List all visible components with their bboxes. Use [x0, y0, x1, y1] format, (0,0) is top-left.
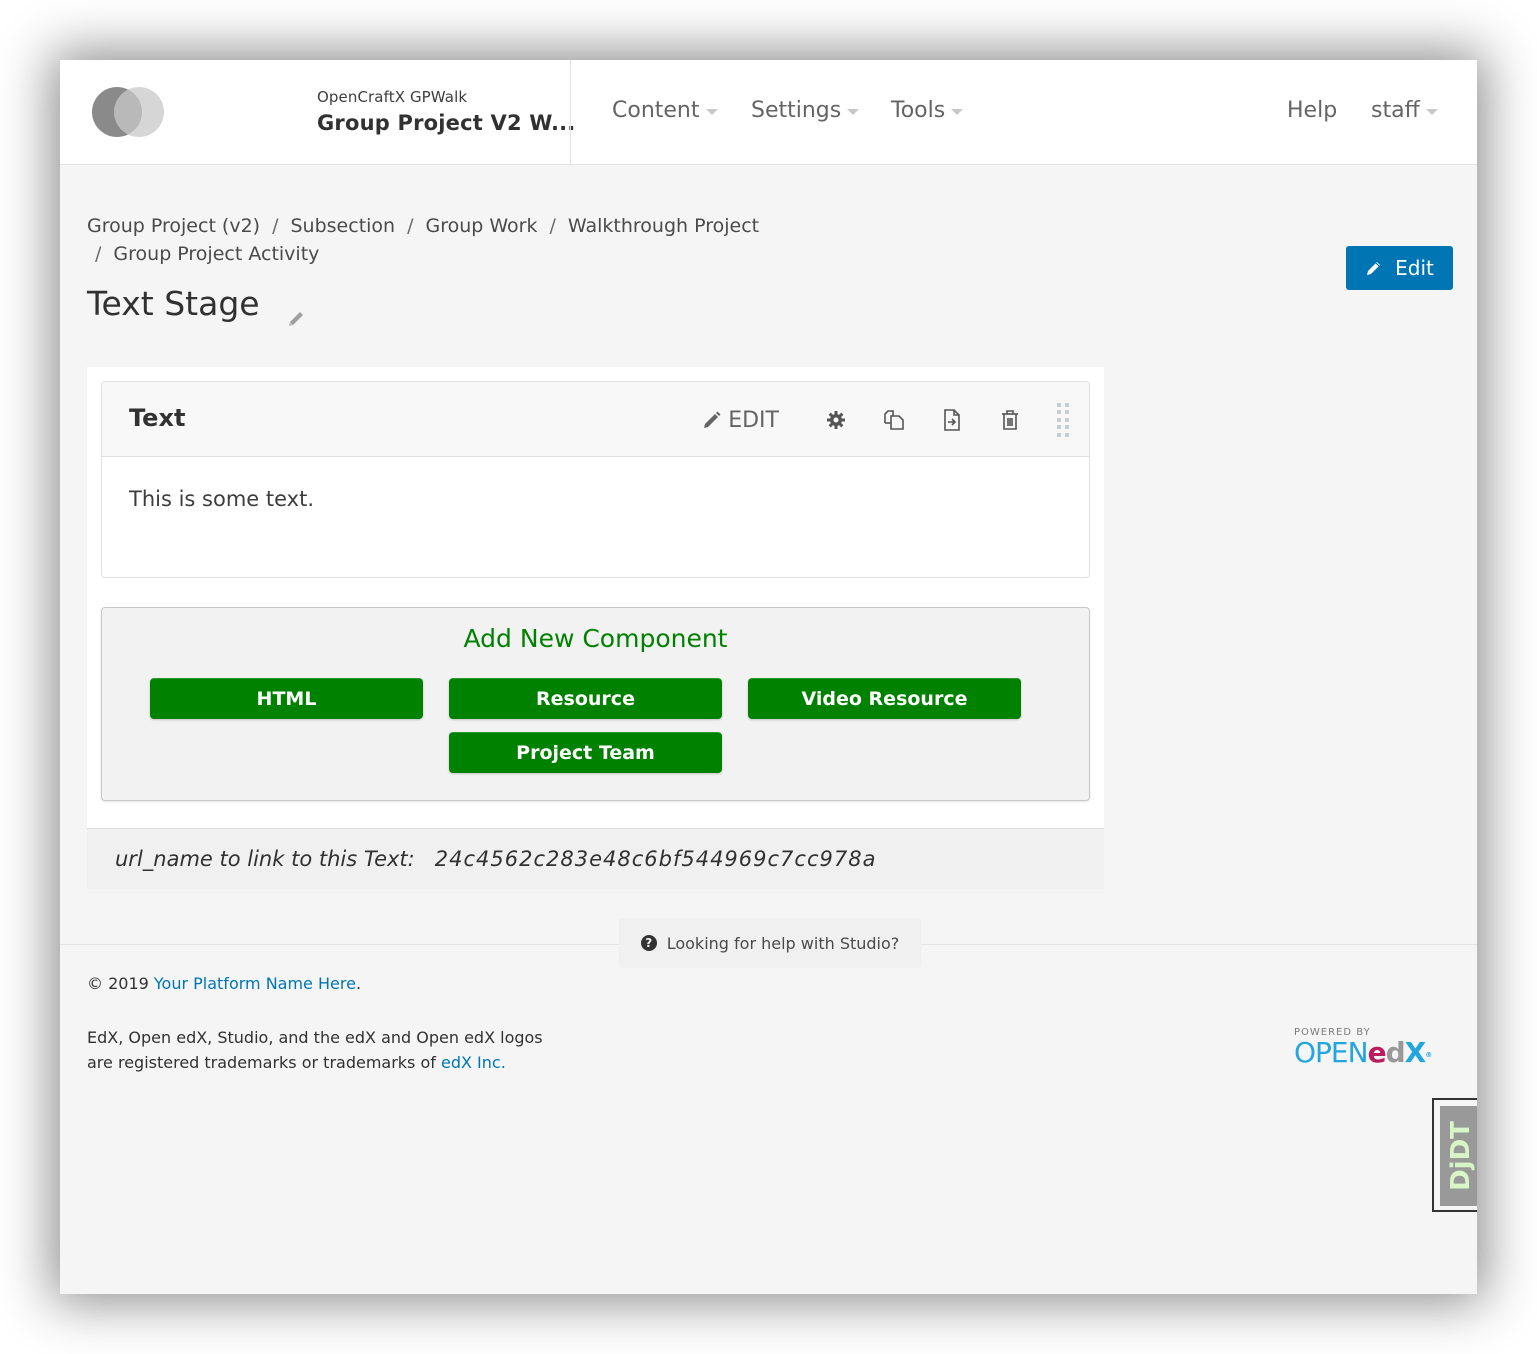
studio-help-link[interactable]: ? Looking for help with Studio?	[619, 918, 921, 968]
chevron-down-icon	[1425, 108, 1438, 115]
unit-panel: Text EDIT This is some text. Add New Com…	[87, 367, 1104, 828]
pencil-icon[interactable]	[286, 298, 306, 326]
course-title: Group Project V2 W...	[317, 111, 576, 135]
add-project-team-button[interactable]: Project Team	[449, 732, 722, 773]
xblock-edit-button[interactable]: EDIT	[702, 408, 779, 433]
studio-help-label: Looking for help with Studio?	[666, 933, 900, 953]
copyright: © 2019 Your Platform Name Here.	[87, 974, 361, 993]
logo-open-text: OPEN	[1294, 1036, 1369, 1069]
breadcrumb-separator: /	[95, 243, 102, 265]
delete-icon[interactable]	[998, 408, 1022, 432]
page-title: Text Stage	[87, 284, 260, 323]
breadcrumb-item[interactable]: Group Work	[426, 215, 538, 237]
user-label: staff	[1371, 98, 1420, 123]
add-component-title: Add New Component	[463, 624, 728, 653]
logo-d-text: d	[1385, 1036, 1406, 1069]
help-label: Help	[1287, 98, 1338, 123]
pencil-icon	[1367, 262, 1381, 275]
djdt-handle-inner: DjDT	[1440, 1106, 1477, 1206]
edx-inc-link[interactable]: edX Inc.	[441, 1053, 506, 1072]
xblock-header: Text EDIT	[102, 382, 1089, 457]
chevron-down-icon	[847, 108, 860, 115]
xblock-content: This is some text.	[129, 487, 315, 511]
powered-by-openedx-logo[interactable]: POWERED BY OPEN e d X ®	[1294, 1027, 1454, 1070]
studio-window: OpenCraftX GPWalk Group Project V2 W... …	[60, 60, 1477, 1294]
breadcrumb-item[interactable]: Subsection	[291, 215, 396, 237]
drag-handle-icon[interactable]	[1057, 403, 1069, 437]
user-menu[interactable]: staff	[1371, 98, 1438, 123]
breadcrumb: Group Project (v2) / Subsection / Group Work…	[87, 212, 787, 268]
logo-e-text: e	[1367, 1036, 1387, 1069]
add-resource-button[interactable]: Resource	[449, 678, 722, 719]
chevron-down-icon	[705, 108, 718, 115]
page-title-row: Text Stage	[87, 284, 306, 326]
add-video-resource-button[interactable]: Video Resource	[748, 678, 1021, 719]
openedx-wordmark: OPEN e d X ®	[1294, 1038, 1454, 1070]
url-name-label: url_name to link to this Text:	[115, 847, 415, 871]
platform-logo[interactable]	[92, 87, 166, 137]
question-circle-icon: ?	[640, 935, 657, 951]
nav-settings-label: Settings	[751, 98, 842, 123]
header-divider	[570, 60, 571, 165]
course-org: OpenCraftX GPWalk	[317, 88, 468, 106]
xblock-actions: EDIT	[702, 402, 1069, 438]
trademark-notice: EdX, Open edX, Studio, and the edX and O…	[87, 1025, 547, 1075]
url-name-row: url_name to link to this Text: 24c4562c2…	[87, 828, 1104, 889]
add-html-button[interactable]: HTML	[150, 678, 423, 719]
nav-tools-menu[interactable]: Tools	[891, 98, 964, 123]
help-link[interactable]: Help	[1287, 98, 1337, 123]
nav-content-menu[interactable]: Content	[612, 98, 718, 123]
chevron-down-icon	[951, 108, 964, 115]
xblock-edit-label: EDIT	[728, 407, 779, 433]
duplicate-icon[interactable]	[882, 408, 906, 432]
copyright-suffix: .	[355, 974, 362, 993]
xblock-component: Text EDIT This is some text.	[101, 381, 1090, 578]
studio-header: OpenCraftX GPWalk Group Project V2 W... …	[60, 60, 1477, 165]
copyright-prefix: © 2019	[87, 974, 154, 993]
logo-x-text: X	[1404, 1036, 1427, 1069]
breadcrumb-item[interactable]: Group Project (v2)	[87, 215, 260, 237]
platform-name-link[interactable]: Your Platform Name Here	[154, 974, 356, 993]
edit-button-label: Edit	[1395, 256, 1434, 280]
breadcrumb-separator: /	[407, 215, 414, 237]
breadcrumb-separator: /	[549, 215, 556, 237]
breadcrumb-item[interactable]: Walkthrough Project	[568, 215, 759, 237]
move-icon[interactable]	[940, 408, 964, 432]
edit-button[interactable]: Edit	[1346, 246, 1453, 290]
pencil-icon	[704, 411, 721, 428]
django-debug-toolbar-handle[interactable]: DjDT	[1432, 1098, 1477, 1212]
djdt-label: DjDT	[1446, 1121, 1476, 1191]
registered-mark: ®	[1425, 1051, 1432, 1059]
nav-tools-label: Tools	[891, 98, 946, 123]
nav-settings-menu[interactable]: Settings	[751, 98, 860, 123]
nav-content-label: Content	[612, 98, 700, 123]
breadcrumb-separator: /	[272, 215, 279, 237]
add-new-component: Add New Component HTML Resource Video Re…	[101, 607, 1090, 801]
breadcrumb-item[interactable]: Group Project Activity	[113, 243, 319, 265]
gear-icon[interactable]	[824, 408, 848, 432]
xblock-title: Text	[129, 404, 186, 432]
url-name-value: 24c4562c283e48c6bf544969c7cc978a	[434, 847, 877, 871]
course-info[interactable]: OpenCraftX GPWalk Group Project V2 W...	[317, 88, 576, 135]
logo-circle-right	[114, 87, 164, 137]
